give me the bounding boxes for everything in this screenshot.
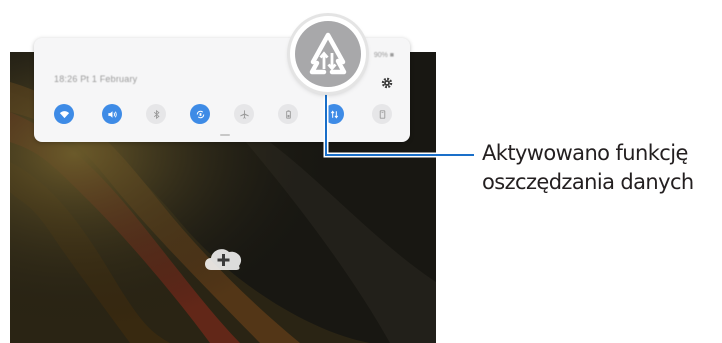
callout-label: Aktywowano funkcję oszczędzania danych [482,139,694,197]
callout-magnifier [290,16,366,92]
callout-icon-background [295,21,361,87]
callout-label-line2: oszczędzania danych [482,170,694,194]
data-saver-icon [309,32,347,75]
callout-label-line1: Aktywowano funkcję [482,141,688,165]
